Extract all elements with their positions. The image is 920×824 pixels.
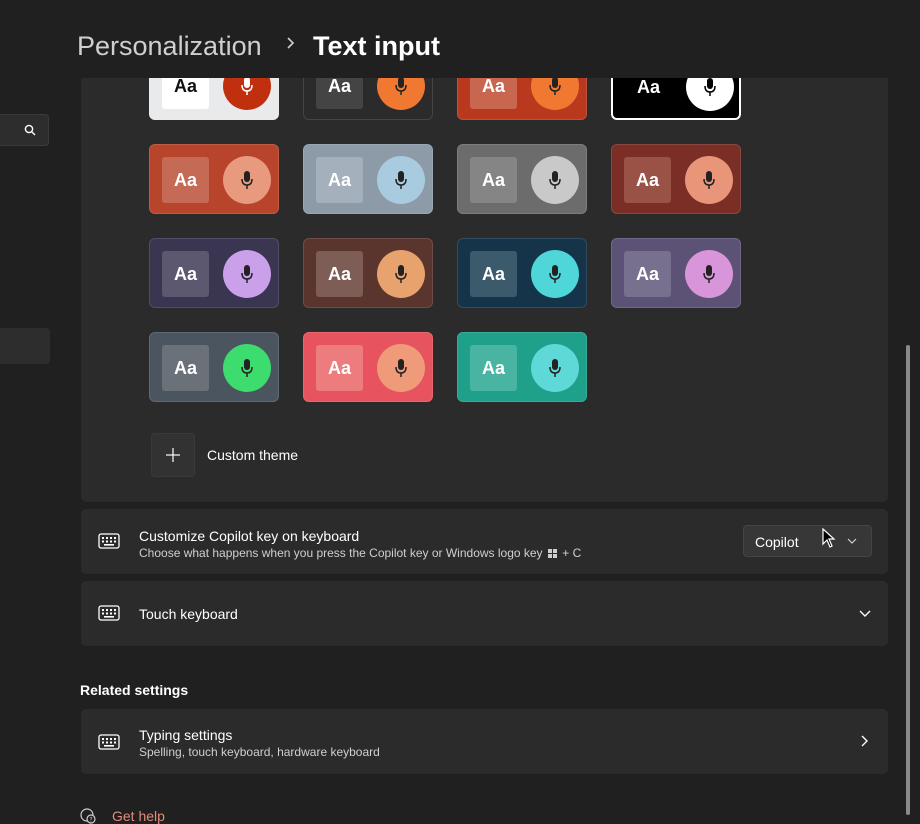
- theme-text-sample: Aa: [624, 157, 671, 203]
- theme-text-sample: Aa: [162, 251, 209, 297]
- theme-text-sample: Aa: [316, 157, 363, 203]
- typing-settings-subtitle: Spelling, touch keyboard, hardware keybo…: [139, 745, 380, 759]
- microphone-icon: [685, 156, 733, 204]
- page-header: Personalization Text input: [0, 0, 920, 78]
- microphone-icon: [531, 344, 579, 392]
- theme-tile[interactable]: Aa: [149, 144, 279, 214]
- nav-selected-item[interactable]: [0, 328, 50, 364]
- related-settings-heading: Related settings: [80, 682, 189, 698]
- theme-tile[interactable]: Aa: [611, 144, 741, 214]
- touch-keyboard-setting[interactable]: Touch keyboard: [81, 581, 888, 646]
- copilot-key-subtitle: Choose what happens when you press the C…: [139, 546, 581, 560]
- theme-tile[interactable]: Aa: [303, 144, 433, 214]
- theme-text-sample: Aa: [316, 345, 363, 391]
- add-custom-theme-button[interactable]: [151, 433, 195, 477]
- get-help-link[interactable]: ? Get help: [80, 808, 165, 824]
- chevron-right-icon: [861, 735, 868, 747]
- microphone-icon: [377, 156, 425, 204]
- microphone-icon: [531, 250, 579, 298]
- typing-settings-title: Typing settings: [139, 727, 233, 743]
- typing-settings-link[interactable]: Typing settings Spelling, touch keyboard…: [81, 709, 888, 774]
- mouse-cursor-icon: [822, 528, 836, 548]
- theme-tile[interactable]: Aa: [611, 238, 741, 308]
- chevron-right-icon: [287, 37, 295, 49]
- dropdown-value: Copilot: [755, 534, 799, 550]
- svg-text:?: ?: [89, 817, 92, 824]
- theme-tile[interactable]: Aa: [457, 238, 587, 308]
- nav-search-box[interactable]: [0, 114, 49, 146]
- custom-theme[interactable]: Custom theme: [151, 433, 298, 477]
- copilot-key-dropdown[interactable]: Copilot: [743, 525, 872, 557]
- theme-tile[interactable]: Aa: [303, 332, 433, 402]
- copilot-key-subtitle-suffix: + C: [562, 546, 582, 560]
- microphone-icon: [223, 156, 271, 204]
- microphone-icon: [377, 344, 425, 392]
- help-icon: ?: [80, 808, 96, 824]
- keyboard-icon: [98, 734, 120, 750]
- copilot-key-title: Customize Copilot key on keyboard: [139, 528, 360, 544]
- chevron-down-icon: [847, 538, 857, 544]
- keyboard-icon: [98, 605, 120, 621]
- copilot-key-subtitle-text: Choose what happens when you press the C…: [139, 546, 543, 560]
- theme-tile[interactable]: Aa: [457, 332, 587, 402]
- plus-icon: [166, 448, 180, 462]
- theme-tile[interactable]: Aa: [149, 332, 279, 402]
- microphone-icon: [685, 250, 733, 298]
- touch-keyboard-title: Touch keyboard: [139, 606, 238, 622]
- copilot-key-setting: Customize Copilot key on keyboard Choose…: [81, 509, 888, 574]
- chevron-down-icon[interactable]: [859, 610, 871, 618]
- get-help-label: Get help: [112, 808, 165, 824]
- page-title: Text input: [313, 31, 440, 61]
- theme-text-sample: Aa: [316, 251, 363, 297]
- microphone-icon: [377, 250, 425, 298]
- theme-text-sample: Aa: [470, 251, 517, 297]
- search-icon: [24, 124, 36, 136]
- theme-text-sample: Aa: [162, 157, 209, 203]
- breadcrumb-parent[interactable]: Personalization: [77, 31, 262, 62]
- vertical-scrollbar[interactable]: [906, 345, 910, 815]
- microphone-icon: [223, 250, 271, 298]
- windows-logo-icon: [547, 549, 557, 558]
- theme-tile[interactable]: Aa: [303, 238, 433, 308]
- custom-theme-label: Custom theme: [207, 447, 299, 463]
- microphone-icon: [223, 344, 271, 392]
- microphone-icon: [531, 156, 579, 204]
- keyboard-icon: [98, 533, 120, 549]
- theme-tile[interactable]: Aa: [457, 144, 587, 214]
- theme-text-sample: Aa: [624, 251, 671, 297]
- theme-text-sample: Aa: [470, 345, 517, 391]
- theme-text-sample: Aa: [162, 345, 209, 391]
- theme-tile[interactable]: Aa: [149, 238, 279, 308]
- theme-text-sample: Aa: [470, 157, 517, 203]
